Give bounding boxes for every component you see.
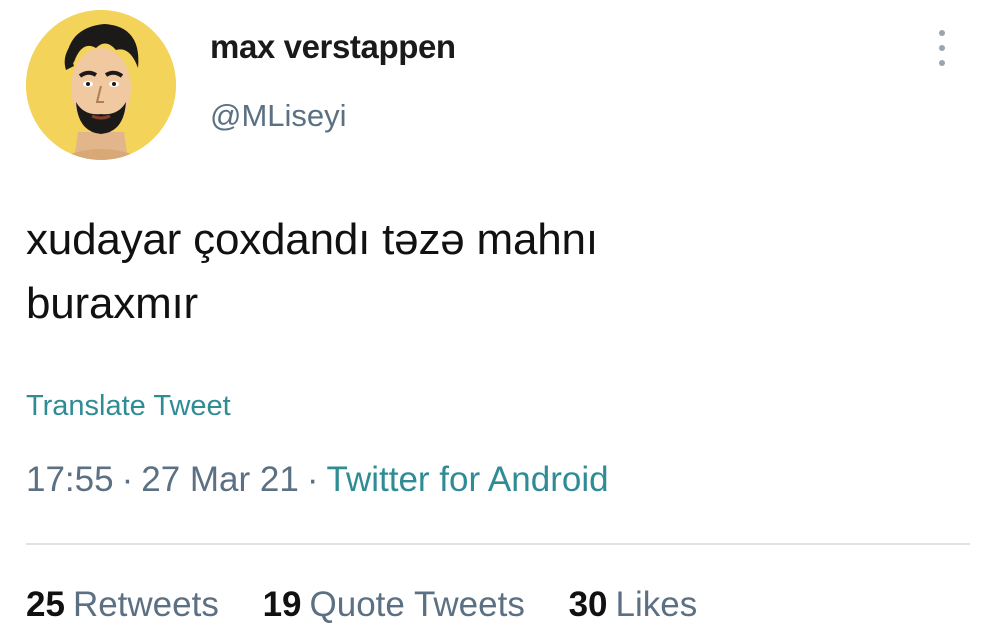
tweet-time[interactable]: 17:55 <box>26 460 114 499</box>
tweet-card: max verstappen @MLiseyi xudayar çoxdandı… <box>0 0 984 644</box>
retweets-stat[interactable]: 25 Retweets <box>26 585 219 625</box>
meta-separator: · <box>121 460 134 499</box>
tweet-stats: 25 Retweets 19 Quote Tweets 30 Likes <box>26 585 731 625</box>
tweet-text-line: xudayar çoxdandı təzə mahnı <box>26 215 598 264</box>
divider <box>26 543 970 545</box>
author-handle[interactable]: @MLiseyi <box>210 98 347 134</box>
author-display-name[interactable]: max verstappen <box>210 28 456 66</box>
quote-tweets-label: Quote Tweets <box>309 585 525 624</box>
vertical-ellipsis-icon[interactable] <box>924 24 960 74</box>
tweet-source-link[interactable]: Twitter for Android <box>327 460 609 499</box>
likes-stat[interactable]: 30 Likes <box>569 585 698 625</box>
tweet-meta: 17:55 · 27 Mar 21 · Twitter for Android <box>26 460 609 500</box>
likes-count: 30 <box>568 585 608 624</box>
likes-label: Likes <box>615 585 698 624</box>
cartoon-man-avatar-icon <box>26 10 176 160</box>
quote-tweets-count: 19 <box>262 585 302 624</box>
retweets-count: 25 <box>26 585 65 624</box>
tweet-text-line: buraxmır <box>26 279 198 328</box>
translate-tweet-link[interactable]: Translate Tweet <box>26 390 231 423</box>
retweets-label: Retweets <box>72 585 219 624</box>
quote-tweets-stat[interactable]: 19 Quote Tweets <box>263 585 525 625</box>
tweet-date[interactable]: 27 Mar 21 <box>141 460 299 499</box>
tweet-text: xudayar çoxdandı təzə mahnı buraxmır <box>26 208 906 336</box>
meta-separator: · <box>306 460 319 499</box>
avatar[interactable] <box>26 10 176 160</box>
